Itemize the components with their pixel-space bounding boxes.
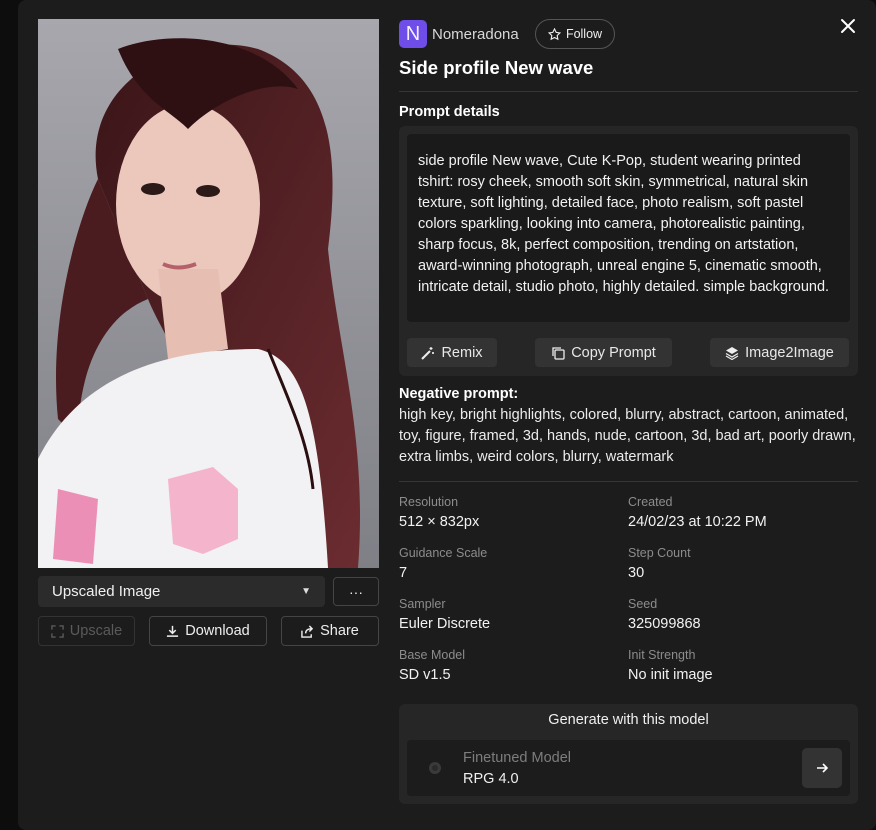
generate-heading: Generate with this model (548, 712, 709, 728)
meta-value: 24/02/23 at 10:22 PM (628, 514, 767, 530)
model-card[interactable]: Finetuned Model RPG 4.0 (407, 740, 850, 796)
prompt-panel: side profile New wave, Cute K-Pop, stude… (399, 126, 858, 376)
meta-value: Euler Discrete (399, 616, 491, 632)
download-icon (167, 625, 179, 637)
meta-label: Base Model (399, 648, 466, 662)
expand-icon (51, 624, 64, 638)
meta-base-model: Base Model SD v1.5 (399, 648, 465, 683)
page-title: Side profile New wave (399, 57, 594, 78)
follow-button[interactable]: Follow (535, 19, 615, 49)
chevron-down-icon: ▼ (301, 586, 311, 597)
model-icon (429, 762, 441, 774)
meta-label: Resolution (399, 495, 459, 509)
negative-prompt-text: high key, bright highlights, colored, bl… (399, 407, 856, 465)
layers-icon (725, 346, 739, 360)
meta-value: 7 (399, 565, 408, 581)
upscale-label: Upscale (69, 623, 123, 639)
meta-value: No init image (628, 667, 713, 683)
follow-label: Follow (565, 27, 603, 41)
star-icon (547, 27, 561, 40)
meta-label: Step Count (628, 546, 691, 560)
download-button[interactable]: Download (149, 616, 267, 646)
model-type: Finetuned Model (463, 750, 572, 766)
share-label: Share (320, 623, 359, 639)
divider (399, 481, 858, 482)
close-icon[interactable] (838, 16, 858, 36)
image-version-select[interactable]: Upscaled Image ▼ (38, 576, 325, 607)
download-label: Download (185, 623, 250, 639)
meta-value: 325099868 (628, 616, 701, 632)
copy-icon (552, 346, 565, 360)
share-icon (301, 624, 314, 638)
image2image-label: Image2Image (745, 344, 834, 361)
author-name[interactable]: Nomeradona (432, 26, 519, 43)
upscale-button[interactable]: Upscale (38, 616, 135, 646)
more-label: ··· (349, 583, 363, 600)
meta-value: 512 × 832px (399, 514, 480, 530)
prompt-heading: Prompt details (399, 104, 500, 120)
model-name: RPG 4.0 (463, 771, 519, 787)
magic-wand-icon (421, 346, 435, 360)
avatar-letter: N (405, 22, 421, 45)
avatar[interactable]: N (399, 20, 427, 48)
image-version-label: Upscaled Image (52, 583, 161, 600)
meta-sampler: Sampler Euler Discrete (399, 597, 490, 632)
remix-button[interactable]: Remix (407, 338, 497, 367)
meta-resolution: Resolution 512 × 832px (399, 495, 479, 530)
share-button[interactable]: Share (281, 616, 379, 646)
meta-value: SD v1.5 (399, 667, 451, 683)
meta-value: 30 (628, 565, 645, 581)
copy-prompt-label: Copy Prompt (571, 344, 656, 361)
meta-label: Sampler (399, 597, 446, 611)
meta-label: Seed (628, 597, 658, 611)
more-options-button[interactable]: ··· (333, 577, 379, 606)
arrow-right-icon (817, 763, 829, 773)
meta-label: Guidance Scale (399, 546, 488, 560)
copy-prompt-button[interactable]: Copy Prompt (535, 338, 672, 367)
go-to-model-button[interactable] (802, 748, 842, 788)
image2image-button[interactable]: Image2Image (710, 338, 849, 367)
meta-step-count: Step Count 30 (628, 546, 691, 581)
generated-image (38, 19, 379, 568)
remix-label: Remix (441, 344, 483, 361)
negative-prompt-heading: Negative prompt: (399, 386, 519, 402)
meta-label: Created (628, 495, 673, 509)
meta-created: Created 24/02/23 at 10:22 PM (628, 495, 767, 530)
meta-init-strength: Init Strength No init image (628, 648, 713, 683)
meta-guidance-scale: Guidance Scale 7 (399, 546, 487, 581)
divider (399, 91, 858, 92)
meta-seed: Seed 325099868 (628, 597, 701, 632)
generate-with-model-panel: Generate with this model Finetuned Model… (399, 704, 858, 804)
meta-label: Init Strength (628, 648, 696, 662)
prompt-text: side profile New wave, Cute K-Pop, stude… (407, 134, 850, 322)
